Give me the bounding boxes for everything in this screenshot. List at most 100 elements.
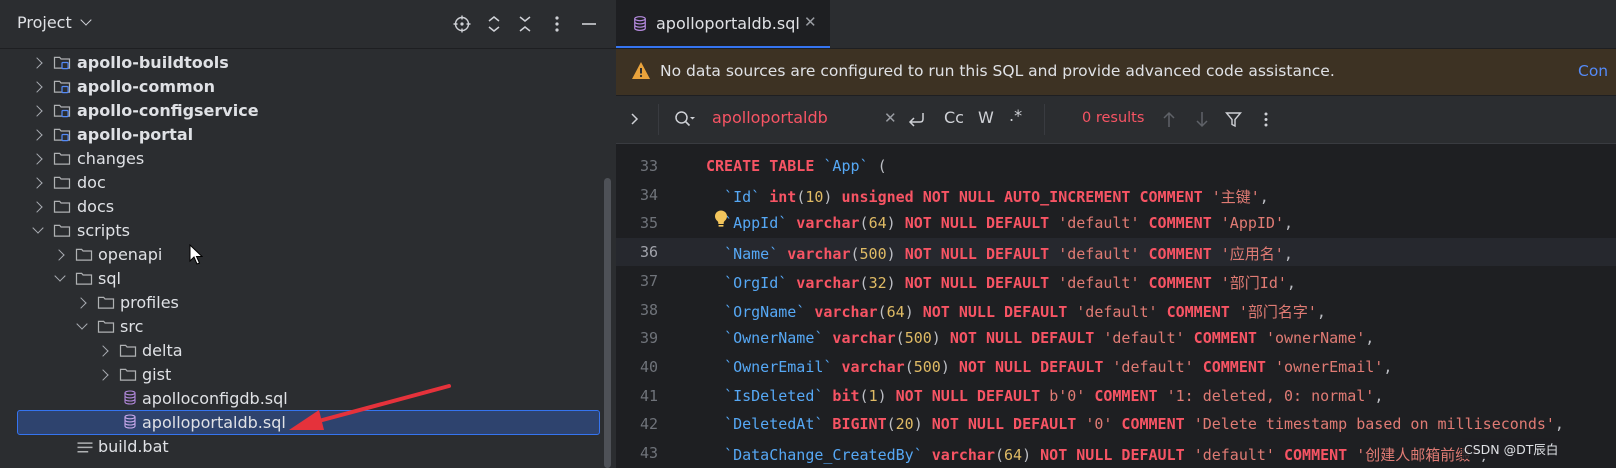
chevron-down-icon[interactable] xyxy=(32,222,44,234)
chevron-right-icon[interactable] xyxy=(31,57,43,69)
code-token: varchar xyxy=(805,303,878,321)
match-case-button[interactable]: Cc xyxy=(944,108,964,127)
tree-item-profiles[interactable]: profiles xyxy=(0,292,620,317)
tree-item-gist[interactable]: gist xyxy=(0,364,620,389)
code-line[interactable]: 38 `OrgName` varchar(64) NOT NULL DEFAUL… xyxy=(616,296,1616,324)
hide-panel-icon[interactable] xyxy=(579,14,599,34)
filter-icon[interactable] xyxy=(1225,111,1242,128)
chevron-right-icon[interactable] xyxy=(31,201,43,213)
close-tab-icon[interactable]: ✕ xyxy=(804,13,817,31)
line-number[interactable]: 40 xyxy=(616,358,658,376)
chevron-right-icon[interactable] xyxy=(31,153,43,165)
chevron-right-icon[interactable] xyxy=(31,81,43,93)
project-view-selector[interactable]: Project xyxy=(17,13,92,32)
tree-item-docs[interactable]: docs xyxy=(0,196,620,221)
code-token: COMMENT xyxy=(1184,329,1266,347)
previous-occurrence-icon[interactable] xyxy=(1162,111,1176,128)
code-token: 'default' xyxy=(1058,274,1140,292)
tree-item-src[interactable]: src xyxy=(0,316,620,341)
tree-item-openapi[interactable]: openapi xyxy=(0,244,620,269)
code-token: `DeletedAt` xyxy=(706,415,824,433)
code-line[interactable]: 41 `IsDeleted` bit(1) NOT NULL DEFAULT b… xyxy=(616,382,1616,410)
code-token: , xyxy=(1316,303,1326,321)
line-number[interactable]: 38 xyxy=(616,301,658,319)
tree-item-changes[interactable]: changes xyxy=(0,148,620,173)
words-button[interactable]: W xyxy=(978,108,994,127)
line-number[interactable]: 36 xyxy=(616,243,658,261)
code-line[interactable]: 33 CREATE TABLE `App` ( xyxy=(616,152,1616,180)
code-line[interactable]: 37 `OrgId` varchar(32) NOT NULL DEFAULT … xyxy=(616,267,1616,295)
regex-button[interactable]: .* xyxy=(1009,106,1022,125)
tree-item-delta[interactable]: delta xyxy=(0,340,620,365)
chevron-right-icon[interactable] xyxy=(630,112,640,126)
chevron-right-icon[interactable] xyxy=(97,345,109,357)
code-token: '0' xyxy=(1085,415,1113,433)
code-token: `IsDeleted` xyxy=(706,387,824,405)
code-line[interactable]: 36 `Name` varchar(500) NOT NULL DEFAULT … xyxy=(616,238,1616,266)
code-line[interactable]: 34 `Id` int(10) unsigned NOT NULL AUTO_I… xyxy=(616,181,1616,209)
code-token: 'default' xyxy=(1076,303,1158,321)
chevron-right-icon[interactable] xyxy=(31,129,43,141)
code-text: `IsDeleted` bit(1) NOT NULL DEFAULT b'0'… xyxy=(706,387,1383,405)
options-menu-icon[interactable] xyxy=(547,14,567,34)
code-line[interactable]: 35 `AppId` varchar(64) NOT NULL DEFAULT … xyxy=(616,209,1616,237)
next-occurrence-icon[interactable] xyxy=(1195,111,1209,128)
line-number[interactable]: 42 xyxy=(616,415,658,433)
chevron-right-icon[interactable] xyxy=(31,105,43,117)
chevron-right-icon[interactable] xyxy=(97,369,109,381)
code-text: `DeletedAt` BIGINT(20) NOT NULL DEFAULT … xyxy=(706,415,1564,433)
search-input[interactable]: apolloportaldb xyxy=(712,108,828,127)
line-number[interactable]: 39 xyxy=(616,329,658,347)
tree-item-apollo-buildtools[interactable]: apollo-buildtools xyxy=(0,52,620,77)
database-file-icon xyxy=(634,16,646,31)
chevron-right-icon[interactable] xyxy=(53,249,65,261)
chevron-down-icon[interactable] xyxy=(76,318,88,330)
code-token: ( xyxy=(877,303,887,321)
tree-item-label: sql xyxy=(98,269,121,288)
line-number[interactable]: 35 xyxy=(616,214,658,232)
code-token: 'default' xyxy=(1103,329,1185,347)
chevron-down-icon[interactable] xyxy=(54,270,66,282)
code-token: `Name` xyxy=(706,245,779,263)
editor-tab-apolloportaldb[interactable]: apolloportaldb.sql ✕ xyxy=(616,0,830,48)
configure-data-source-link[interactable]: Con xyxy=(1578,62,1608,80)
code-token: ) xyxy=(913,415,932,433)
code-token: 'ownerName' xyxy=(1265,329,1366,347)
line-number[interactable]: 41 xyxy=(616,387,658,405)
line-number[interactable]: 43 xyxy=(616,444,658,462)
mouse-cursor-icon xyxy=(189,244,203,265)
locate-target-icon[interactable] xyxy=(452,14,472,34)
code-token: `OwnerEmail` xyxy=(706,358,833,376)
code-token: bit xyxy=(823,387,860,405)
code-token: '主键' xyxy=(1211,188,1260,206)
code-line[interactable]: 42 `DeletedAt` BIGINT(20) NOT NULL DEFAU… xyxy=(616,410,1616,438)
tree-item-sql[interactable]: sql xyxy=(0,268,620,293)
code-token: 'Delete timestamp based on milliseconds' xyxy=(1193,415,1555,433)
code-line[interactable]: 40 `OwnerEmail` varchar(500) NOT NULL DE… xyxy=(616,353,1616,381)
banner-message: No data sources are configured to run th… xyxy=(660,62,1335,80)
more-options-icon[interactable] xyxy=(1263,111,1269,128)
collapse-all-icon[interactable] xyxy=(515,14,535,34)
lightbulb-icon[interactable] xyxy=(713,209,729,229)
tree-item-doc[interactable]: doc xyxy=(0,172,620,197)
code-token: ) xyxy=(931,329,950,347)
tree-item-apollo-configservice[interactable]: apollo-configservice xyxy=(0,100,620,125)
expand-all-icon[interactable] xyxy=(484,14,504,34)
tree-item-apolloportaldb-sql[interactable]: apolloportaldb.sql xyxy=(0,410,620,437)
line-number[interactable]: 37 xyxy=(616,272,658,290)
search-history-icon[interactable] xyxy=(674,110,696,128)
tree-item-scripts[interactable]: scripts xyxy=(0,220,620,245)
code-token: NOT NULL DEFAULT xyxy=(904,245,1059,263)
line-number[interactable]: 34 xyxy=(616,186,658,204)
tree-item-apollo-common[interactable]: apollo-common xyxy=(0,76,620,101)
chevron-right-icon[interactable] xyxy=(75,297,87,309)
tree-item-apollo-portal[interactable]: apollo-portal xyxy=(0,124,620,149)
new-line-icon[interactable] xyxy=(907,111,927,129)
chevron-right-icon[interactable] xyxy=(31,177,43,189)
tree-item-build-bat[interactable]: build.bat xyxy=(0,436,620,461)
line-number[interactable]: 33 xyxy=(616,157,658,175)
code-line[interactable]: 39 `OwnerName` varchar(500) NOT NULL DEF… xyxy=(616,324,1616,352)
project-scrollbar[interactable] xyxy=(604,178,611,468)
selection-highlight xyxy=(17,410,600,435)
clear-search-icon[interactable]: ✕ xyxy=(884,109,897,127)
